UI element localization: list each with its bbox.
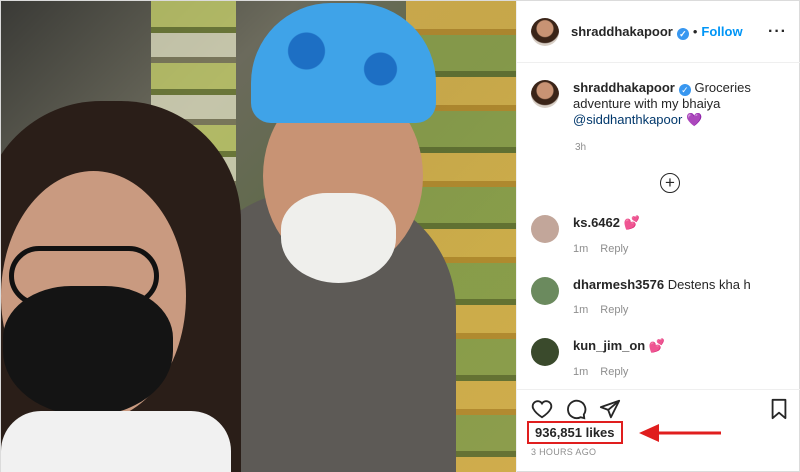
verified-icon: ✓ <box>676 27 689 40</box>
caption-username[interactable]: shraddhakapoor <box>573 80 675 95</box>
comment-item: dharmesh3576 Destens kha h 1m Reply <box>531 277 788 316</box>
header-username[interactable]: shraddhakapoor ✓ <box>571 24 689 40</box>
likes-count[interactable]: 936,851 likes <box>527 421 623 444</box>
post-photo[interactable] <box>1 1 516 472</box>
separator-dot: • <box>692 24 698 39</box>
comment-time: 1m <box>573 304 589 316</box>
caption-avatar[interactable] <box>531 80 559 108</box>
comment-time: 1m <box>573 366 589 378</box>
comments-section: shraddhakapoor ✓ Groceries adventure with… <box>517 64 800 389</box>
avatar[interactable] <box>531 17 559 46</box>
caption-mention[interactable]: @siddhanthkapoor <box>573 112 682 127</box>
comment-username[interactable]: kun_jim_on <box>573 338 645 353</box>
post-side-panel: shraddhakapoor ✓ • Follow ··· shraddhakap… <box>516 1 800 472</box>
purple-heart-emoji: 💜 <box>685 112 703 127</box>
caption: shraddhakapoor ✓ Groceries adventure with… <box>531 80 788 128</box>
comment-avatar[interactable] <box>531 338 559 366</box>
comment-username[interactable]: dharmesh3576 <box>573 277 664 292</box>
comment-avatar[interactable] <box>531 215 559 243</box>
more-options-icon[interactable]: ··· <box>768 23 787 41</box>
comment-username[interactable]: ks.6462 <box>573 215 620 230</box>
woman-face-mask <box>3 286 173 416</box>
bookmark-icon[interactable] <box>768 398 790 425</box>
caption-text: shraddhakapoor ✓ Groceries adventure with… <box>573 80 773 128</box>
reply-button[interactable]: Reply <box>600 243 628 255</box>
action-bar <box>517 389 800 425</box>
caption-time: 3h <box>575 142 587 153</box>
follow-button[interactable]: Follow <box>701 24 742 39</box>
load-more-comments-icon[interactable]: + <box>660 173 680 193</box>
verified-icon: ✓ <box>678 84 691 96</box>
red-arrow-annotation-icon <box>639 424 721 442</box>
man-face-mask <box>281 193 396 283</box>
reply-button[interactable]: Reply <box>600 366 628 378</box>
comment-text: 💕 <box>648 338 666 353</box>
instagram-post: shraddhakapoor ✓ • Follow ··· shraddhakap… <box>0 0 800 472</box>
comment-avatar[interactable] <box>531 277 559 305</box>
posted-time[interactable]: 3 HOURS AGO <box>531 447 596 457</box>
post-header: shraddhakapoor ✓ • Follow ··· <box>517 1 800 63</box>
woman-shirt <box>1 411 231 472</box>
comment-text: 💕 <box>623 215 640 230</box>
comment-item: ks.6462 💕 1m Reply <box>531 215 788 255</box>
comment-item: kun_jim_on 💕 1m Reply <box>531 338 788 378</box>
reply-button[interactable]: Reply <box>600 304 628 316</box>
comment-text: Destens kha h <box>667 277 751 292</box>
comment-time: 1m <box>573 243 589 255</box>
